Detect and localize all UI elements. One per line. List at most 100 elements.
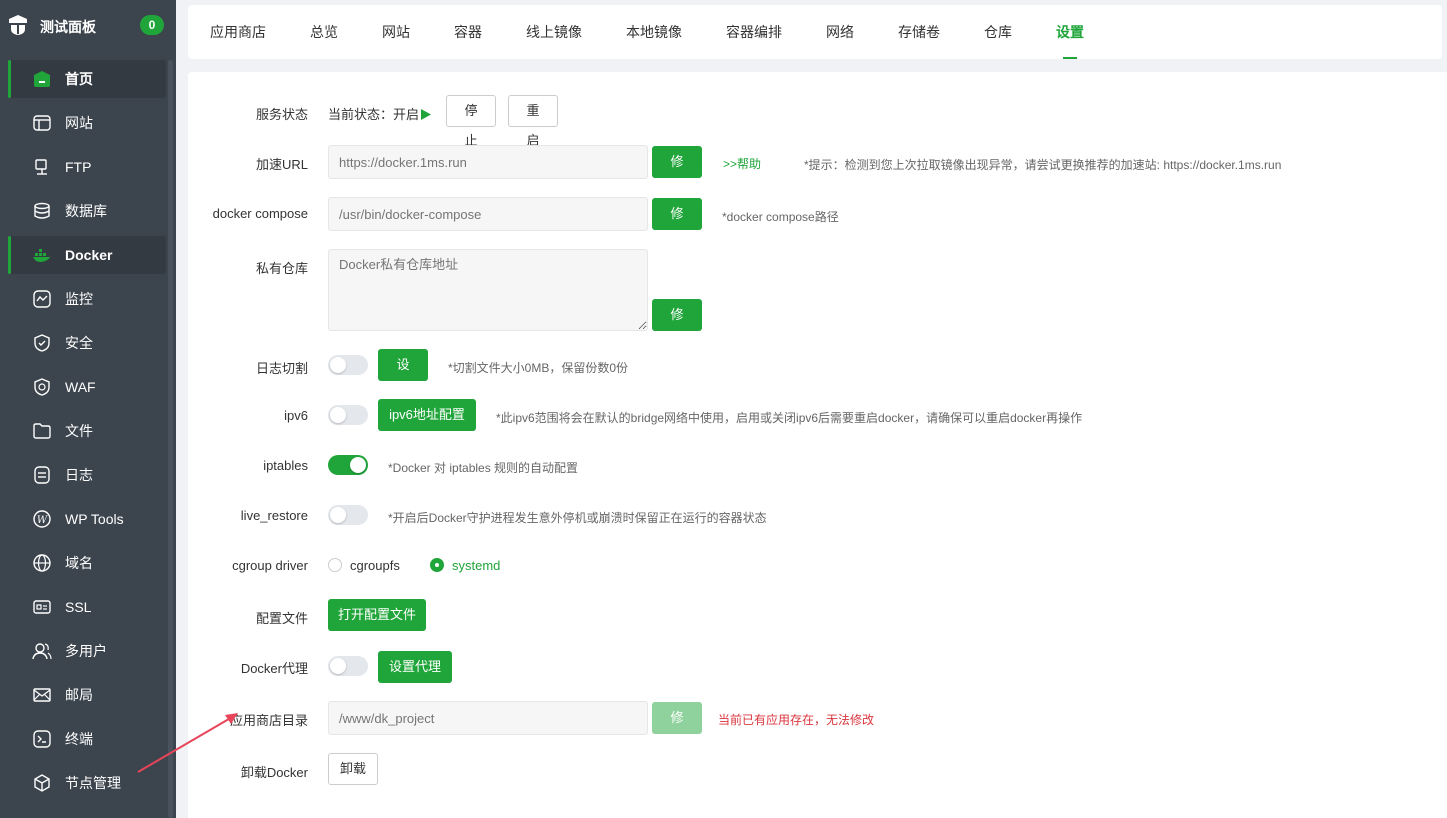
open-config-file-button[interactable]: 打开配置文件 <box>328 599 426 631</box>
docker-tabs: 应用商店 总览 网站 容器 线上镜像 本地镜像 容器编排 网络 存储卷 仓库 设置 <box>188 5 1442 59</box>
tab-2[interactable]: 网站 <box>382 5 410 59</box>
sidebar-item-label: 安全 <box>65 335 93 351</box>
config-file-label: 配置文件 <box>255 611 308 626</box>
tab-6[interactable]: 容器编排 <box>726 5 782 59</box>
app-store-dir-save-button[interactable]: 修改 <box>652 702 702 757</box>
cgroupfs-radio[interactable] <box>328 558 342 572</box>
sidebar-item-3[interactable]: 数据库 <box>8 192 166 230</box>
mirror-help-link[interactable]: >>帮助 <box>723 155 761 172</box>
mirror-tip: *提示：检测到您上次拉取镜像出现异常，请尝试更换推荐的加速站: https://… <box>804 158 1282 172</box>
log-cut-settings-button[interactable]: 设置 <box>378 349 428 404</box>
app-store-dir-input[interactable] <box>328 701 648 735</box>
set-proxy-button[interactable]: 设置代理 <box>378 651 452 683</box>
tab-8[interactable]: 存储卷 <box>898 5 940 59</box>
systemd-radio[interactable] <box>430 558 444 572</box>
sidebar-item-label: FTP <box>65 159 92 175</box>
sidebar-item-9[interactable]: 日志 <box>8 456 166 494</box>
waf-icon <box>32 377 52 397</box>
sidebar-item-0[interactable]: 首页 <box>8 60 166 98</box>
shield-icon <box>32 333 52 353</box>
live-restore-tip: *开启后Docker守护进程发生意外停机或崩溃时保留正在运行的容器状态 <box>388 511 767 525</box>
tab-7[interactable]: 网络 <box>826 5 854 59</box>
tab-10[interactable]: 设置 <box>1056 5 1084 59</box>
database-icon <box>32 201 52 221</box>
sidebar-item-label: 数据库 <box>65 203 107 219</box>
tab-9[interactable]: 仓库 <box>984 5 1012 59</box>
sidebar-item-6[interactable]: 安全 <box>8 324 166 362</box>
cgroup-driver-label: cgroup driver <box>232 558 308 573</box>
folder-icon <box>32 421 52 441</box>
sidebar-item-label: 日志 <box>65 467 93 483</box>
sidebar-item-7[interactable]: WAF <box>8 368 166 406</box>
sidebar-item-5[interactable]: 监控 <box>8 280 166 318</box>
sidebar-item-11[interactable]: 域名 <box>8 544 166 582</box>
sidebar-nav: 首页网站 FTP 数据库 Docker 监控安全 WAF 文件日志 W WP Tools 域名 SS… <box>8 60 166 808</box>
monitor-icon <box>32 289 52 309</box>
ipv6-tip: *此ipv6范围将会在默认的bridge网络中使用，启用或关闭ipv6后需要重启… <box>496 411 1083 425</box>
cgroupfs-radio-label[interactable]: cgroupfs <box>350 558 400 573</box>
docker-proxy-switch[interactable] <box>328 656 368 676</box>
users-icon <box>32 641 52 661</box>
ipv6-switch[interactable] <box>328 405 368 425</box>
docker-proxy-label: Docker代理 <box>240 661 308 676</box>
sidebar-item-12[interactable]: SSL <box>8 588 166 626</box>
mirror-url-save-button[interactable]: 修改 <box>652 146 702 201</box>
app-store-dir-label: 应用商店目录 <box>229 713 308 728</box>
ssl-icon <box>32 597 52 617</box>
service-status-label: 服务状态 <box>255 107 308 122</box>
compose-path-input[interactable] <box>328 197 648 231</box>
notification-badge[interactable]: 0 <box>140 15 164 35</box>
ftp-icon <box>32 157 52 177</box>
mirror-url-input[interactable] <box>328 145 648 179</box>
iptables-switch[interactable] <box>328 455 368 475</box>
ipv6-config-button[interactable]: ipv6地址配置 <box>378 399 476 431</box>
stop-button[interactable]: 停止 <box>446 95 496 148</box>
panel-logo-icon <box>9 15 27 35</box>
systemd-radio-label[interactable]: systemd <box>452 558 500 573</box>
sidebar-item-label: 终端 <box>65 731 93 747</box>
sidebar-item-1[interactable]: 网站 <box>8 104 166 142</box>
sidebar-item-2[interactable]: FTP <box>8 148 166 186</box>
play-icon <box>421 109 432 120</box>
sidebar-item-14[interactable]: 邮局 <box>8 676 166 714</box>
uninstall-docker-button[interactable]: 卸载 <box>328 753 378 785</box>
mail-icon <box>32 685 52 705</box>
log-cut-switch[interactable] <box>328 355 368 375</box>
tab-1[interactable]: 总览 <box>310 5 338 59</box>
sidebar-item-label: 多用户 <box>65 643 107 659</box>
sidebar-item-label: 域名 <box>65 555 93 571</box>
sidebar-header: 测试面板 0 <box>0 0 176 52</box>
tab-5[interactable]: 本地镜像 <box>626 5 682 59</box>
website-icon <box>32 113 52 133</box>
sidebar-scrollbar[interactable] <box>168 60 173 818</box>
tab-4[interactable]: 线上镜像 <box>526 5 582 59</box>
sidebar-item-13[interactable]: 多用户 <box>8 632 166 670</box>
registry-input[interactable] <box>328 249 648 331</box>
sidebar-item-label: 网站 <box>65 115 93 131</box>
service-status-value: 当前状态：开启 <box>328 104 432 123</box>
sidebar-item-label: SSL <box>65 599 92 615</box>
compose-save-button[interactable]: 修改 <box>652 198 702 253</box>
log-icon <box>32 465 52 485</box>
sidebar-item-4[interactable]: Docker <box>8 236 166 274</box>
service-status-text: 当前状态：开启 <box>328 107 420 122</box>
compose-label: docker compose <box>212 206 308 221</box>
tab-3[interactable]: 容器 <box>454 5 482 59</box>
sidebar-item-10[interactable]: W WP Tools <box>8 500 166 538</box>
svg-text:W: W <box>37 515 48 526</box>
registry-label: 私有仓库 <box>255 261 308 276</box>
registry-save-button[interactable]: 修改 <box>652 299 702 354</box>
wordpress-icon: W <box>32 509 52 529</box>
domain-icon <box>32 553 52 573</box>
sidebar-item-label: 监控 <box>65 291 93 307</box>
sidebar-item-16[interactable]: 节点管理 <box>8 764 166 802</box>
restart-button[interactable]: 重启 <box>508 95 558 148</box>
live-restore-switch[interactable] <box>328 505 368 525</box>
iptables-tip: *Docker 对 iptables 规则的自动配置 <box>388 461 579 475</box>
log-cut-tip: *切割文件大小0MB，保留份数0份 <box>448 361 629 375</box>
sidebar-item-8[interactable]: 文件 <box>8 412 166 450</box>
uninstall-docker-label: 卸载Docker <box>240 765 308 780</box>
tab-0[interactable]: 应用商店 <box>210 5 266 59</box>
sidebar-item-15[interactable]: 终端 <box>8 720 166 758</box>
ipv6-label: ipv6 <box>284 408 308 423</box>
